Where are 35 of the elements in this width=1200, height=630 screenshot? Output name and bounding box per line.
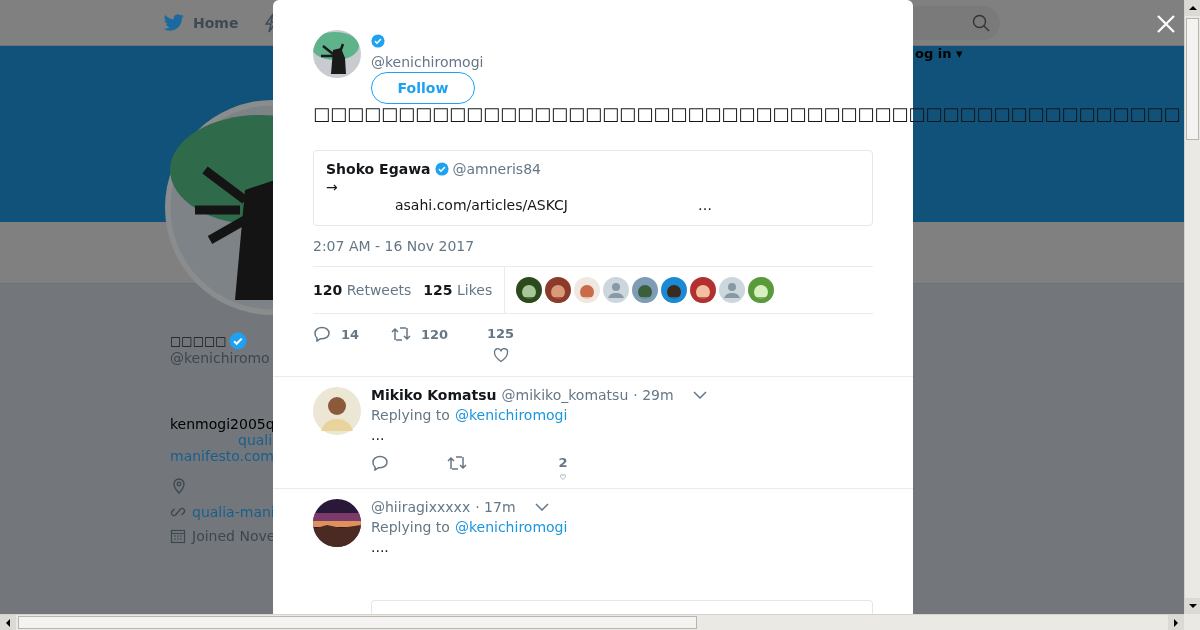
quoted-author-name: Shoko Egawa	[326, 161, 431, 177]
like-count[interactable]: 125 Likes	[423, 282, 493, 298]
reply-author-name: Mikiko Komatsu	[371, 387, 497, 403]
reply-count: 14	[341, 326, 360, 342]
reply-text: ....	[371, 538, 390, 555]
bio-link[interactable]: quali	[238, 432, 273, 448]
joined-date: Joined Nove	[192, 528, 276, 544]
quoted-tweet[interactable]: Shoko Egawa @amneris84 → asahi.com/articles/ASKCJ …	[313, 150, 873, 226]
reply-author-handle: @mikiko_komatsu	[501, 387, 629, 403]
like-action-count: 125	[487, 326, 515, 341]
login-link[interactable]: og in ▾	[915, 46, 963, 61]
website-link[interactable]: qualia-mani	[192, 504, 275, 520]
tweet-timestamp: 2:07 AM - 16 Nov 2017	[313, 238, 476, 254]
retweet-action-count: 120	[421, 326, 449, 342]
profile-handle: @kenichiromo	[170, 350, 270, 366]
mention-link[interactable]: @kenichiromogi	[454, 518, 568, 535]
reply-time: · 29m	[633, 387, 674, 403]
follow-button[interactable]: Follow	[371, 72, 475, 104]
replying-label: Replying to	[371, 407, 450, 423]
reply-like-count: 2	[558, 455, 568, 470]
reply-author-handle: @hiiragixxxxx	[371, 498, 471, 515]
reply-text: ...	[371, 427, 386, 443]
retweet-count[interactable]: 120 Retweets	[313, 282, 412, 298]
replying-label: Replying to	[371, 518, 450, 535]
reply-time: · 17m	[475, 498, 516, 515]
bio-text: kenmogi2005q	[170, 416, 275, 432]
quoted-ellipsis: …	[698, 197, 712, 213]
quoted-author-handle: @amneris84	[452, 161, 541, 177]
author-handle: @kenichiromogi	[371, 54, 484, 70]
mention-link[interactable]: @kenichiromogi	[454, 407, 568, 423]
profile-name: □□□□□	[170, 334, 227, 348]
quoted-text: →	[326, 179, 339, 195]
quoted-url: asahi.com/articles/ASKCJ	[395, 197, 568, 213]
home-tab[interactable]: Home	[163, 13, 239, 32]
bio-link[interactable]: manifesto.com	[170, 448, 274, 464]
